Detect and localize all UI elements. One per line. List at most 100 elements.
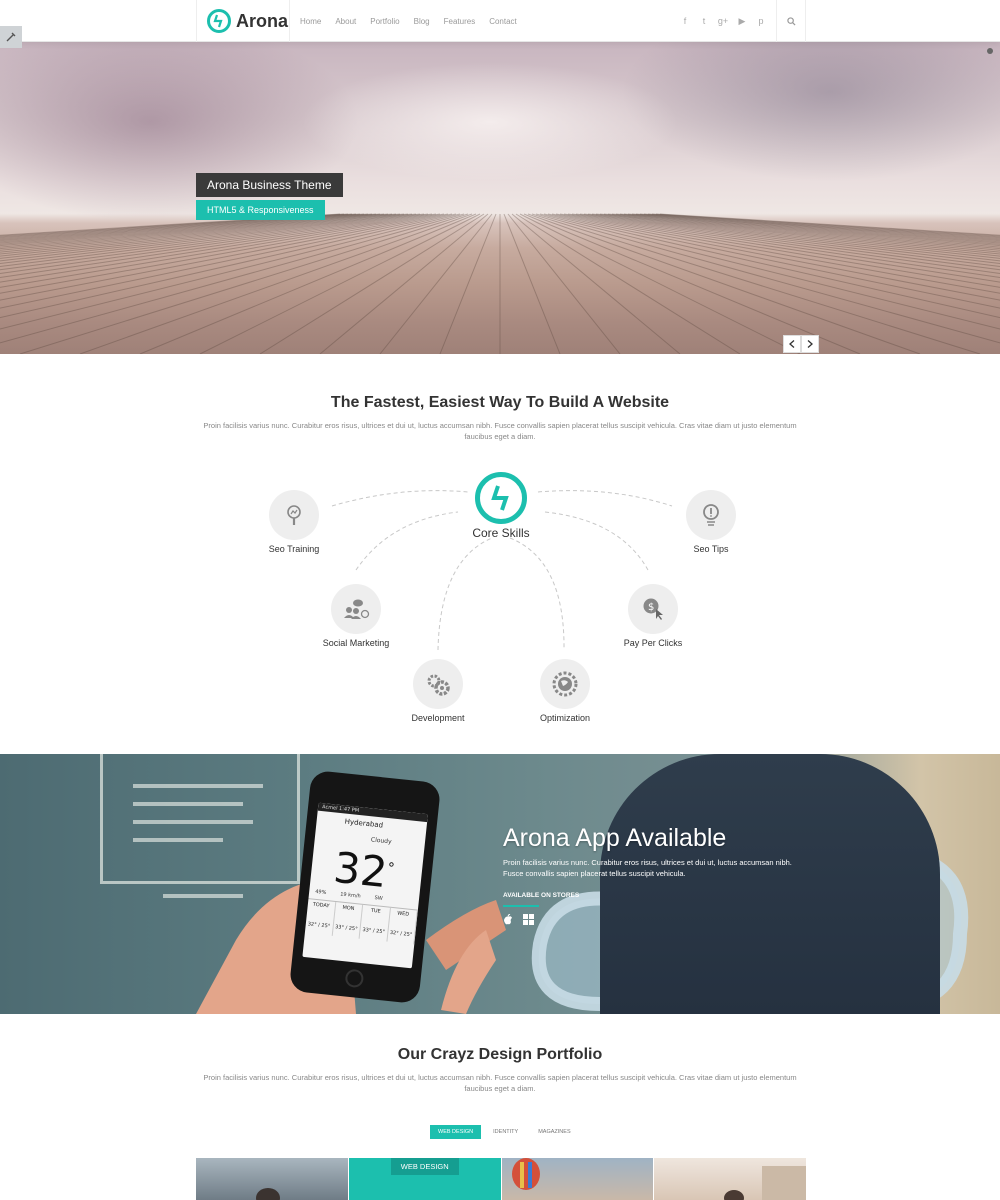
nav-item-home[interactable]: Home xyxy=(300,17,321,26)
forecast-day-name: TUE xyxy=(370,907,381,915)
app-stores-label: AVAILABLE ON STORES xyxy=(503,892,580,899)
portfolio-item-category: WEB DESIGN xyxy=(390,1158,459,1175)
hero-boardwalk-image xyxy=(0,213,1000,354)
development-gears-icon xyxy=(427,674,450,696)
nav-item-blog[interactable]: Blog xyxy=(414,17,430,26)
skill-label: Optimization xyxy=(539,713,591,723)
forecast-day-temps: 32° / 25° xyxy=(389,929,413,939)
skill-seo-tips[interactable]: Seo Tips xyxy=(651,490,771,554)
forecast-day: WED 32° / 25° xyxy=(386,907,418,945)
phone-home-button xyxy=(344,968,365,989)
twitter-icon[interactable]: t xyxy=(695,16,713,26)
chevron-left-icon xyxy=(789,340,795,348)
app-stores-underline xyxy=(503,905,539,907)
skill-social-marketing[interactable]: Social Marketing xyxy=(296,584,416,648)
wrench-icon xyxy=(6,32,16,42)
app-title: Arona App Available xyxy=(503,824,727,852)
intro-title: The Fastest, Easiest Way To Build A Webs… xyxy=(330,394,670,411)
facebook-icon[interactable]: f xyxy=(676,16,694,26)
phone-weather-screen: Acmel 1:47 PM Hyderabad Cloudy 32° 49% 1… xyxy=(302,802,428,969)
windows-icon[interactable] xyxy=(523,914,534,925)
core-skills-label: Core Skills xyxy=(472,526,530,540)
portfolio-title: Our Crayz Design Portfolio xyxy=(397,1046,603,1063)
skill-seo-training[interactable]: Seo Training xyxy=(234,490,354,554)
phone-humidity: 49% xyxy=(314,888,327,896)
filter-web-design[interactable]: WEB DESIGN xyxy=(430,1125,482,1139)
skill-label: Social Marketing xyxy=(322,638,390,648)
store-icons xyxy=(503,914,534,926)
social-links: f t g+ ▶ p xyxy=(676,0,771,42)
nav-item-features[interactable]: Features xyxy=(444,17,476,26)
forecast-day: TUE 33° / 25° xyxy=(359,904,391,942)
search-button[interactable] xyxy=(776,0,806,42)
filter-identity[interactable]: IDENTITY xyxy=(485,1125,526,1139)
skill-label: Development xyxy=(411,713,465,723)
phone-wind-speed: 19 km/h xyxy=(339,891,361,900)
forecast-day-name: MON xyxy=(342,904,355,912)
skill-development[interactable]: Development xyxy=(378,659,498,723)
hero-slider xyxy=(0,42,1000,354)
app-description: Proin facilisis varius nunc. Curabitur e… xyxy=(503,858,792,878)
youtube-icon[interactable]: ▶ xyxy=(733,16,751,27)
portfolio-grid: WEB DESIGN xyxy=(196,1158,806,1200)
core-skills-logo-icon xyxy=(475,472,527,524)
forecast-day-name: WED xyxy=(396,910,410,918)
slider-controls xyxy=(783,335,819,353)
site-header: Arona Home About Portfolio Blog Features… xyxy=(0,0,1000,42)
core-skills: Core Skills xyxy=(460,472,542,540)
phone-wind-direction: SW xyxy=(374,895,383,902)
skill-icon-circle xyxy=(331,584,381,634)
logo-mark-icon xyxy=(207,9,231,33)
nav-item-portfolio[interactable]: Portfolio xyxy=(370,17,399,26)
skill-optimization[interactable]: Optimization xyxy=(505,659,625,723)
skill-icon-circle xyxy=(540,659,590,709)
slider-next-button[interactable] xyxy=(801,335,819,353)
skill-pay-per-clicks[interactable]: $ Pay Per Clicks xyxy=(593,584,713,648)
portfolio-description: Proin facilisis varius nunc. Curabitur e… xyxy=(203,1073,797,1093)
forecast-day: TODAY 32° / 25° xyxy=(304,899,336,936)
social-marketing-icon xyxy=(344,599,370,619)
skill-icon-circle: $ xyxy=(628,584,678,634)
forecast-day: MON 33° / 25° xyxy=(332,902,364,939)
forecast-day-temps: 32° / 25° xyxy=(307,921,331,930)
main-nav: Home About Portfolio Blog Features Conta… xyxy=(300,0,531,42)
portfolio-item[interactable] xyxy=(196,1158,348,1200)
skill-icon-circle xyxy=(269,490,319,540)
search-icon xyxy=(786,16,796,26)
smartphone-mockup: Acmel 1:47 PM Hyderabad Cloudy 32° 49% 1… xyxy=(288,769,442,1005)
logo[interactable]: Arona xyxy=(196,0,290,42)
seo-training-icon xyxy=(287,505,301,525)
person-suit-image xyxy=(600,754,940,1014)
forecast-day-name: TODAY xyxy=(312,901,330,910)
scroll-indicator[interactable] xyxy=(987,48,993,54)
forecast-day-temps: 33° / 25° xyxy=(362,926,386,936)
intro-description: Proin facilisis varius nunc. Curabitur e… xyxy=(203,421,797,441)
chevron-right-icon xyxy=(807,340,813,348)
portfolio-filters: WEB DESIGN IDENTITY MAGAZINES xyxy=(430,1125,579,1139)
nav-item-contact[interactable]: Contact xyxy=(489,17,517,26)
skill-label: Pay Per Clicks xyxy=(623,638,683,648)
lightbulb-icon xyxy=(703,504,719,526)
apple-icon[interactable] xyxy=(503,914,513,926)
portfolio-person-image xyxy=(256,1188,280,1200)
customizer-toggle-button[interactable] xyxy=(0,26,22,48)
hero-caption-title: Arona Business Theme xyxy=(196,173,343,197)
pinterest-icon[interactable]: p xyxy=(752,16,770,26)
hero-caption-subtitle: HTML5 & Responsiveness xyxy=(196,200,325,220)
phone-temperature-value: 32 xyxy=(331,842,390,898)
portfolio-item[interactable]: WEB DESIGN xyxy=(348,1158,501,1200)
skill-label: Seo Training xyxy=(268,544,320,554)
portfolio-item[interactable] xyxy=(501,1158,654,1200)
optimization-globe-icon xyxy=(552,671,578,697)
filter-magazines[interactable]: MAGAZINES xyxy=(530,1125,578,1139)
google-plus-icon[interactable]: g+ xyxy=(714,16,732,26)
portfolio-balloon-image xyxy=(511,1158,540,1190)
skill-icon-circle xyxy=(686,490,736,540)
portfolio-item[interactable] xyxy=(654,1158,806,1200)
phone-forecast: TODAY 32° / 25° MON 33° / 25° TUE 33° / 25°… xyxy=(304,898,418,945)
logo-text: Arona xyxy=(236,10,289,31)
svg-text:$: $ xyxy=(648,602,654,613)
slider-prev-button[interactable] xyxy=(783,335,801,353)
nav-item-about[interactable]: About xyxy=(335,17,356,26)
skill-label: Seo Tips xyxy=(693,544,729,554)
